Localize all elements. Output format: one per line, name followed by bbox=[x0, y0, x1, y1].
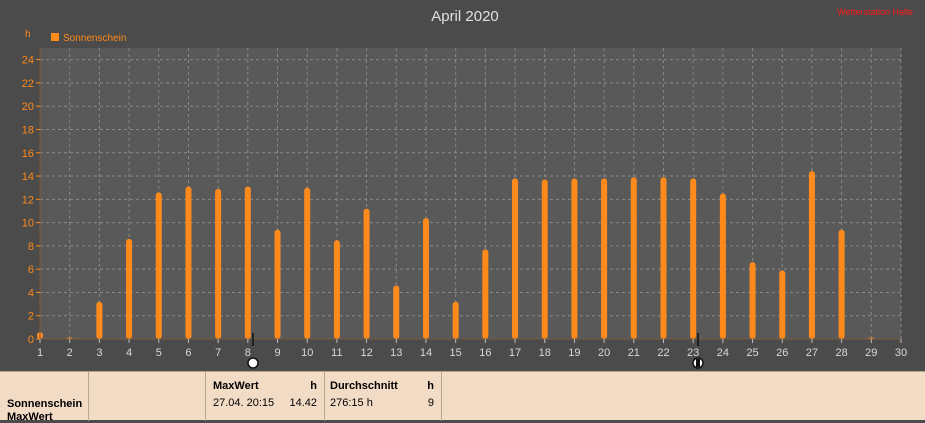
bar-day-20[interactable] bbox=[601, 178, 608, 339]
bar-day-23[interactable] bbox=[690, 178, 697, 339]
y-axis-unit: h bbox=[25, 29, 31, 40]
x-tick-label: 12 bbox=[360, 347, 372, 359]
bar-day-16[interactable] bbox=[482, 249, 489, 339]
bar-day-21[interactable] bbox=[630, 177, 637, 339]
max-header: MaxWert bbox=[213, 380, 259, 392]
bar-day-10[interactable] bbox=[304, 187, 311, 339]
x-tick-label: 17 bbox=[509, 347, 521, 359]
average-value: 276:15 h bbox=[330, 397, 373, 409]
x-tick-label: 15 bbox=[450, 347, 462, 359]
bar-day-25[interactable] bbox=[749, 262, 756, 339]
x-tick-label: 25 bbox=[746, 347, 758, 359]
y-tick-label: 24 bbox=[22, 55, 34, 67]
bar-day-26[interactable] bbox=[779, 270, 786, 339]
x-tick-label: 10 bbox=[301, 347, 313, 359]
x-tick-label: 23 bbox=[687, 347, 699, 359]
max-datetime: 27.04. 20:15 bbox=[213, 397, 275, 409]
cursor-handle-right-mark bbox=[696, 359, 700, 367]
bar-day-11[interactable] bbox=[333, 240, 340, 339]
bar-day-8[interactable] bbox=[244, 186, 251, 339]
legend-label-sonnenschein[interactable]: Sonnenschein bbox=[63, 33, 126, 44]
max-unit: h bbox=[310, 380, 317, 392]
x-tick-label: 24 bbox=[717, 347, 729, 359]
x-tick-label: 2 bbox=[67, 347, 73, 359]
series-column: Sonnenschein MaxWert bbox=[0, 372, 89, 423]
legend-swatch[interactable] bbox=[51, 33, 59, 41]
x-tick-label: 7 bbox=[215, 347, 221, 359]
chart-title: April 2020 bbox=[431, 8, 499, 25]
bar-day-15[interactable] bbox=[452, 301, 459, 339]
x-tick-label: 22 bbox=[657, 347, 669, 359]
y-tick-label: 22 bbox=[22, 78, 34, 90]
x-tick-label: 13 bbox=[390, 347, 402, 359]
bar-day-28[interactable] bbox=[838, 229, 845, 339]
x-tick-label: 16 bbox=[479, 347, 491, 359]
bar-day-24[interactable] bbox=[719, 193, 726, 340]
average-unit: h bbox=[427, 380, 434, 392]
x-tick-label: 28 bbox=[835, 347, 847, 359]
bar-day-5[interactable] bbox=[155, 192, 162, 339]
bar-day-12[interactable] bbox=[363, 208, 370, 339]
bar-day-14[interactable] bbox=[422, 217, 429, 339]
x-tick-label: 4 bbox=[126, 347, 132, 359]
y-tick-label: 4 bbox=[28, 287, 34, 299]
bar-day-4[interactable] bbox=[126, 238, 133, 339]
average-header: Durchschnitt bbox=[330, 380, 398, 392]
x-tick-label: 5 bbox=[156, 347, 162, 359]
bar-day-6[interactable] bbox=[185, 186, 192, 339]
series-sublabel: MaxWert bbox=[7, 411, 53, 423]
y-tick-label: 16 bbox=[22, 148, 34, 160]
bar-day-3[interactable] bbox=[96, 301, 103, 339]
x-tick-label: 27 bbox=[806, 347, 818, 359]
y-tick-labels: 024681012141618202224 bbox=[22, 55, 40, 346]
y-tick-label: 8 bbox=[28, 241, 34, 253]
x-tick-label: 19 bbox=[568, 347, 580, 359]
sunshine-chart: 024681012141618202224 1 2 3 4 5 6 7 8 9 10 11 12 13 1… bbox=[22, 7, 913, 369]
series-name[interactable]: Sonnenschein bbox=[7, 398, 82, 410]
bar-day-22[interactable] bbox=[660, 177, 667, 339]
bar-day-18[interactable] bbox=[541, 179, 548, 339]
x-tick-label: 8 bbox=[245, 347, 251, 359]
y-tick-label: 20 bbox=[22, 101, 34, 113]
empty-column bbox=[89, 372, 206, 421]
cursor-handle-left[interactable] bbox=[247, 357, 259, 369]
bar-day-13[interactable] bbox=[393, 285, 400, 339]
max-value: 14.42 bbox=[289, 397, 317, 409]
x-tick-label: 20 bbox=[598, 347, 610, 359]
average-count: 9 bbox=[427, 397, 434, 409]
x-tick-label: 18 bbox=[539, 347, 551, 359]
x-tick-label: 6 bbox=[185, 347, 191, 359]
x-tick-label: 21 bbox=[628, 347, 640, 359]
x-tick-label: 30 bbox=[895, 347, 907, 359]
y-tick-label: 14 bbox=[22, 171, 34, 183]
x-tick-labels: 1 2 3 4 5 6 7 8 9 10 11 12 13 14 15 16 17 18 19 20 21 22 23 24 2… bbox=[37, 339, 907, 359]
y-tick-label: 6 bbox=[28, 264, 34, 276]
x-tick-label: 14 bbox=[420, 347, 432, 359]
bar-day-27[interactable] bbox=[808, 171, 815, 339]
bar-day-19[interactable] bbox=[571, 178, 578, 339]
info-panel: Sonnenschein MaxWert MaxWert h 27.04. 20… bbox=[0, 371, 925, 423]
x-tick-label: 3 bbox=[96, 347, 102, 359]
bar-day-7[interactable] bbox=[215, 188, 222, 339]
x-tick-label: 26 bbox=[776, 347, 788, 359]
plot-area bbox=[40, 48, 901, 339]
x-tick-label: 29 bbox=[865, 347, 877, 359]
y-tick-label: 2 bbox=[28, 311, 34, 323]
average-column: Durchschnitt h 276:15 h 9 bbox=[325, 372, 442, 421]
x-tick-label: 9 bbox=[274, 347, 280, 359]
bar-day-17[interactable] bbox=[512, 178, 519, 339]
station-brand: Wetterstation Halle bbox=[837, 7, 913, 17]
y-tick-label: 0 bbox=[28, 334, 34, 346]
x-tick-label: 1 bbox=[37, 347, 43, 359]
max-value-column: MaxWert h 27.04. 20:15 14.42 bbox=[206, 372, 325, 421]
x-tick-label: 11 bbox=[331, 347, 342, 359]
y-tick-label: 12 bbox=[22, 194, 34, 206]
bar-day-9[interactable] bbox=[274, 229, 281, 339]
y-tick-label: 10 bbox=[22, 218, 34, 230]
y-tick-label: 18 bbox=[22, 124, 34, 136]
